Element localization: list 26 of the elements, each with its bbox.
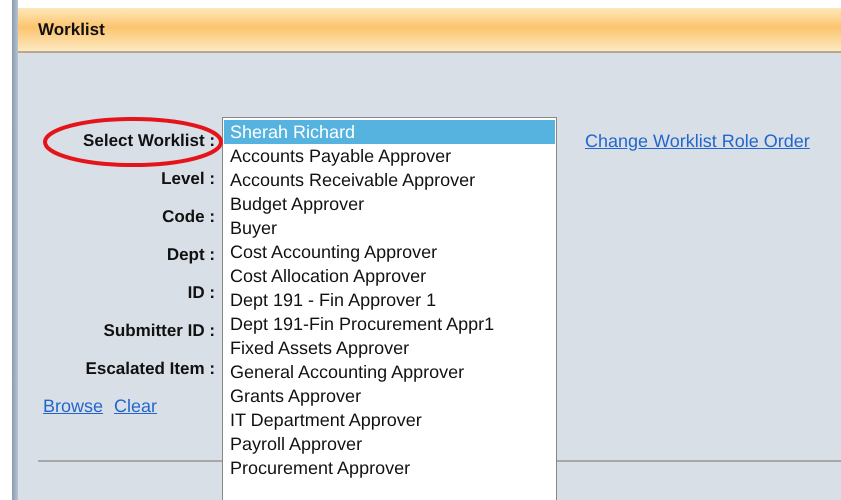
field-label: ID : xyxy=(186,283,215,303)
dropdown-option[interactable]: Grants Approver xyxy=(224,384,555,408)
panel-title: Worklist xyxy=(38,20,105,40)
dropdown-option[interactable]: Dept 191-Fin Procurement Appr1 xyxy=(224,312,555,336)
worklist-dropdown[interactable] xyxy=(222,117,557,500)
field-label: Escalated Item : xyxy=(84,359,215,379)
role-order-link[interactable]: Change Worklist Role Order xyxy=(585,130,810,152)
dropdown-option[interactable]: Budget Approver xyxy=(224,192,555,216)
dropdown-option[interactable]: Accounts Receivable Approver xyxy=(224,168,555,192)
dropdown-option[interactable]: Procurement Approver xyxy=(224,456,555,480)
action-link[interactable]: Browse xyxy=(43,396,104,417)
dropdown-option[interactable]: Fixed Assets Approver xyxy=(224,336,555,360)
dropdown-option[interactable]: Payroll Approver xyxy=(224,432,555,456)
dropdown-option[interactable]: Cost Allocation Approver xyxy=(224,264,555,288)
dropdown-option[interactable]: IT Department Approver xyxy=(224,408,555,432)
dropdown-option[interactable]: Cost Accounting Approver xyxy=(224,240,555,264)
action-link[interactable]: Clear xyxy=(114,396,158,417)
dropdown-option[interactable]: Buyer xyxy=(224,216,555,240)
field-label: Dept : xyxy=(166,245,215,265)
field-label: Select Worklist : xyxy=(82,131,215,151)
dropdown-option[interactable]: Accounts Payable Approver xyxy=(224,144,555,168)
dropdown-option[interactable]: Dept 191 - Fin Approver 1 xyxy=(224,288,555,312)
dropdown-option[interactable]: General Accounting Approver xyxy=(224,360,555,384)
field-label: Level : xyxy=(160,169,215,189)
field-label: Submitter ID : xyxy=(102,321,215,341)
field-label: Code : xyxy=(161,207,215,227)
